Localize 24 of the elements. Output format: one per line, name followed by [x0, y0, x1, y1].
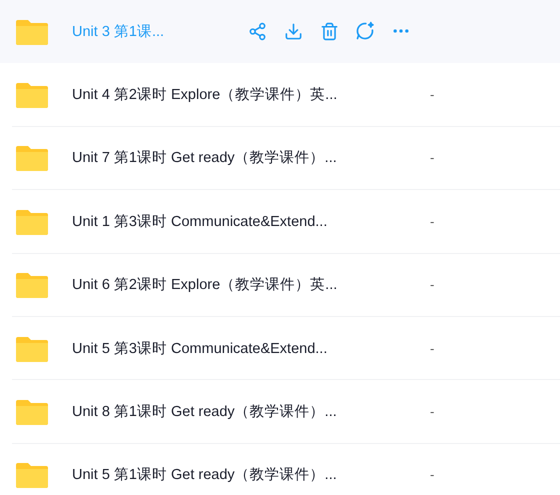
file-size: -: [430, 214, 434, 229]
folder-icon: [16, 334, 48, 362]
chat-sparkle-button[interactable]: [354, 20, 376, 42]
file-name[interactable]: Unit 4 第2课时 Explore（教学课件）英...: [72, 85, 430, 104]
file-name[interactable]: Unit 5 第3课时 Communicate&Extend...: [72, 338, 430, 358]
folder-icon: [16, 271, 48, 298]
file-name[interactable]: Unit 1 第3课时 Communicate&Extend...: [72, 212, 430, 231]
file-size: -: [430, 277, 434, 292]
folder-icon: [16, 144, 48, 172]
file-size: -: [430, 87, 434, 102]
file-size: -: [430, 467, 434, 482]
folder-icon: [16, 208, 48, 235]
folder-icon: [16, 398, 48, 426]
file-size: -: [430, 404, 434, 420]
folder-icon: [16, 18, 48, 45]
file-size: -: [430, 150, 434, 166]
file-name[interactable]: Unit 6 第2课时 Explore（教学课件）英...: [72, 275, 430, 294]
file-row[interactable]: Unit 6 第2课时 Explore（教学课件）英... -: [12, 254, 560, 317]
file-size: -: [430, 340, 434, 356]
file-name[interactable]: Unit 5 第1课时 Get ready（教学课件）...: [72, 465, 430, 484]
file-name[interactable]: Unit 8 第1课时 Get ready（教学课件）...: [72, 402, 430, 422]
folder-icon: [16, 81, 48, 108]
file-name[interactable]: Unit 7 第1课时 Get ready（教学课件）...: [72, 148, 430, 168]
folder-icon: [16, 461, 48, 488]
